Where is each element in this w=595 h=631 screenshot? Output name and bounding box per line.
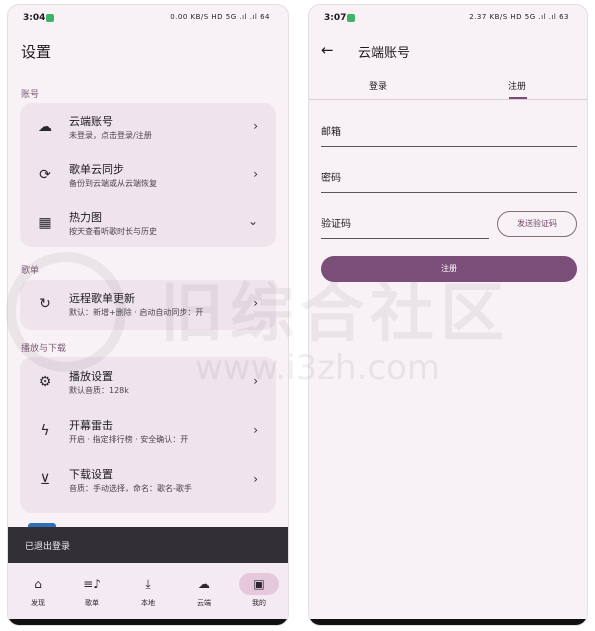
status-bar: 3:07 2.37 KB/S HD 5G .ıl .ıl 63: [309, 5, 587, 27]
bolt-icon: ϟ: [40, 423, 50, 439]
settings-item-playback[interactable]: ⚙ 播放设置 默认音质：128k ›: [20, 360, 276, 406]
home-indicator: [309, 619, 587, 625]
status-time: 3:07: [324, 13, 347, 23]
chevron-right-icon: ›: [253, 167, 258, 181]
nav-item-local[interactable]: ⤓ 本地: [126, 573, 170, 608]
password-field[interactable]: 密码: [321, 169, 577, 193]
cloud-icon: ☁: [198, 577, 210, 591]
email-field-label: 邮箱: [321, 127, 341, 138]
settings-item-heatmap[interactable]: ▦ 热力图 按天查看听歌时长与历史 ⌄: [20, 201, 276, 247]
page-title: 设置: [21, 43, 52, 61]
send-code-button[interactable]: 发送验证码: [497, 211, 577, 237]
snackbar-text: 已退出登录: [25, 542, 71, 552]
status-system-icons: 0.00 KB/S HD 5G .ıl .ıl 64: [170, 13, 270, 21]
cloud-icon: ☁: [38, 119, 52, 135]
verification-code-label: 验证码: [321, 219, 351, 230]
chevron-right-icon: ›: [253, 374, 258, 388]
verification-code-field[interactable]: 验证码: [321, 215, 489, 239]
tab-login[interactable]: 登录: [369, 79, 387, 92]
item-subtitle: 默认：新增+删除 · 启动自动同步：开: [69, 308, 204, 317]
section-account: 账号: [21, 90, 40, 100]
chevron-down-icon: ⌄: [247, 214, 258, 228]
password-field-label: 密码: [321, 173, 341, 184]
status-system-icons: 2.37 KB/S HD 5G .ıl .ıl 63: [469, 13, 569, 21]
chevron-right-icon: ›: [253, 296, 258, 310]
email-field[interactable]: 邮箱: [321, 123, 577, 147]
settings-item-remote-playlist-update[interactable]: ↻ 远程歌单更新 默认：新增+删除 · 启动自动同步：开 ›: [20, 282, 276, 328]
item-subtitle: 未登录，点击登录/注册: [69, 131, 152, 140]
gear-icon: ⚙: [38, 374, 52, 390]
chevron-right-icon: ›: [253, 472, 258, 486]
back-arrow-icon[interactable]: ←: [321, 41, 334, 59]
notification-icon: [46, 14, 54, 22]
item-title: 播放设置: [69, 370, 113, 383]
register-button[interactable]: 注册: [321, 256, 577, 282]
nav-label: 我的: [252, 599, 266, 607]
section-playback: 播放与下载: [21, 344, 67, 354]
cloud-account-screen: 3:07 2.37 KB/S HD 5G .ıl .ıl 63 ← 云端账号 登…: [308, 4, 588, 626]
item-title: 下载设置: [69, 468, 113, 481]
status-bar: 3:04 0.00 KB/S HD 5G .ıl .ıl 64: [8, 5, 288, 27]
snackbar: 已退出登录: [8, 527, 288, 563]
status-time: 3:04: [23, 13, 46, 23]
bottom-navigation: ⌂ 发现 ≡♪ 歌单 ⤓ 本地 ☁ 云端 ▣ 我的: [8, 563, 288, 625]
download-icon: ⤓: [145, 577, 151, 591]
item-title: 远程歌单更新: [69, 292, 135, 305]
notification-icon: [347, 14, 355, 22]
nav-item-discover[interactable]: ⌂ 发现: [16, 573, 60, 608]
nav-item-mine[interactable]: ▣ 我的: [237, 573, 281, 608]
playlist-icon: ≡♪: [83, 577, 101, 591]
settings-screen: 3:04 0.00 KB/S HD 5G .ıl .ıl 64 设置 账号 ☁ …: [7, 4, 289, 626]
settings-item-download[interactable]: ⊻ 下载设置 音质：手动选择，命名：歌名-歌手 ›: [20, 458, 276, 504]
home-indicator: [8, 619, 288, 625]
sync-icon: ⟳: [39, 167, 51, 183]
item-title: 云端账号: [69, 115, 113, 128]
item-subtitle: 音质：手动选择，命名：歌名-歌手: [69, 484, 192, 493]
item-title: 歌单云同步: [69, 163, 124, 176]
item-title: 开幕雷击: [69, 419, 113, 432]
library-icon: ▣: [239, 573, 279, 595]
chevron-right-icon: ›: [253, 119, 258, 133]
page-title: 云端账号: [358, 46, 411, 61]
item-subtitle: 按天查看听歌时长与历史: [69, 227, 157, 236]
nav-item-playlist[interactable]: ≡♪ 歌单: [70, 573, 114, 608]
tab-register[interactable]: 注册: [508, 79, 526, 92]
settings-item-cloud-account[interactable]: ☁ 云端账号 未登录，点击登录/注册 ›: [20, 105, 276, 151]
item-subtitle: 开启 · 指定排行榜 · 安全确认：开: [69, 435, 189, 444]
settings-item-playlist-sync[interactable]: ⟳ 歌单云同步 备份到云端或从云端恢复 ›: [20, 153, 276, 199]
nav-label: 发现: [31, 599, 45, 607]
nav-label: 本地: [141, 599, 155, 607]
chevron-right-icon: ›: [253, 423, 258, 437]
download-icon: ⊻: [39, 472, 51, 488]
nav-label: 歌单: [85, 599, 99, 607]
tab-divider: [309, 99, 587, 100]
section-playlist: 歌单: [21, 266, 40, 276]
account-card: ☁ 云端账号 未登录，点击登录/注册 › ⟳ 歌单云同步 备份到云端或从云端恢复…: [20, 103, 276, 247]
grid-icon: ▦: [38, 215, 52, 231]
item-title: 热力图: [69, 211, 102, 224]
settings-item-opening-thunder[interactable]: ϟ 开幕雷击 开启 · 指定排行榜 · 安全确认：开 ›: [20, 409, 276, 455]
nav-label: 云端: [197, 599, 211, 607]
home-icon: ⌂: [34, 577, 42, 591]
playlist-card: ↻ 远程歌单更新 默认：新增+删除 · 启动自动同步：开 ›: [20, 280, 276, 330]
item-subtitle: 备份到云端或从云端恢复: [69, 179, 157, 188]
playback-card: ⚙ 播放设置 默认音质：128k › ϟ 开幕雷击 开启 · 指定排行榜 · 安…: [20, 357, 276, 513]
nav-item-cloud[interactable]: ☁ 云端: [182, 573, 226, 608]
item-subtitle: 默认音质：128k: [69, 386, 129, 395]
refresh-icon: ↻: [39, 296, 51, 312]
